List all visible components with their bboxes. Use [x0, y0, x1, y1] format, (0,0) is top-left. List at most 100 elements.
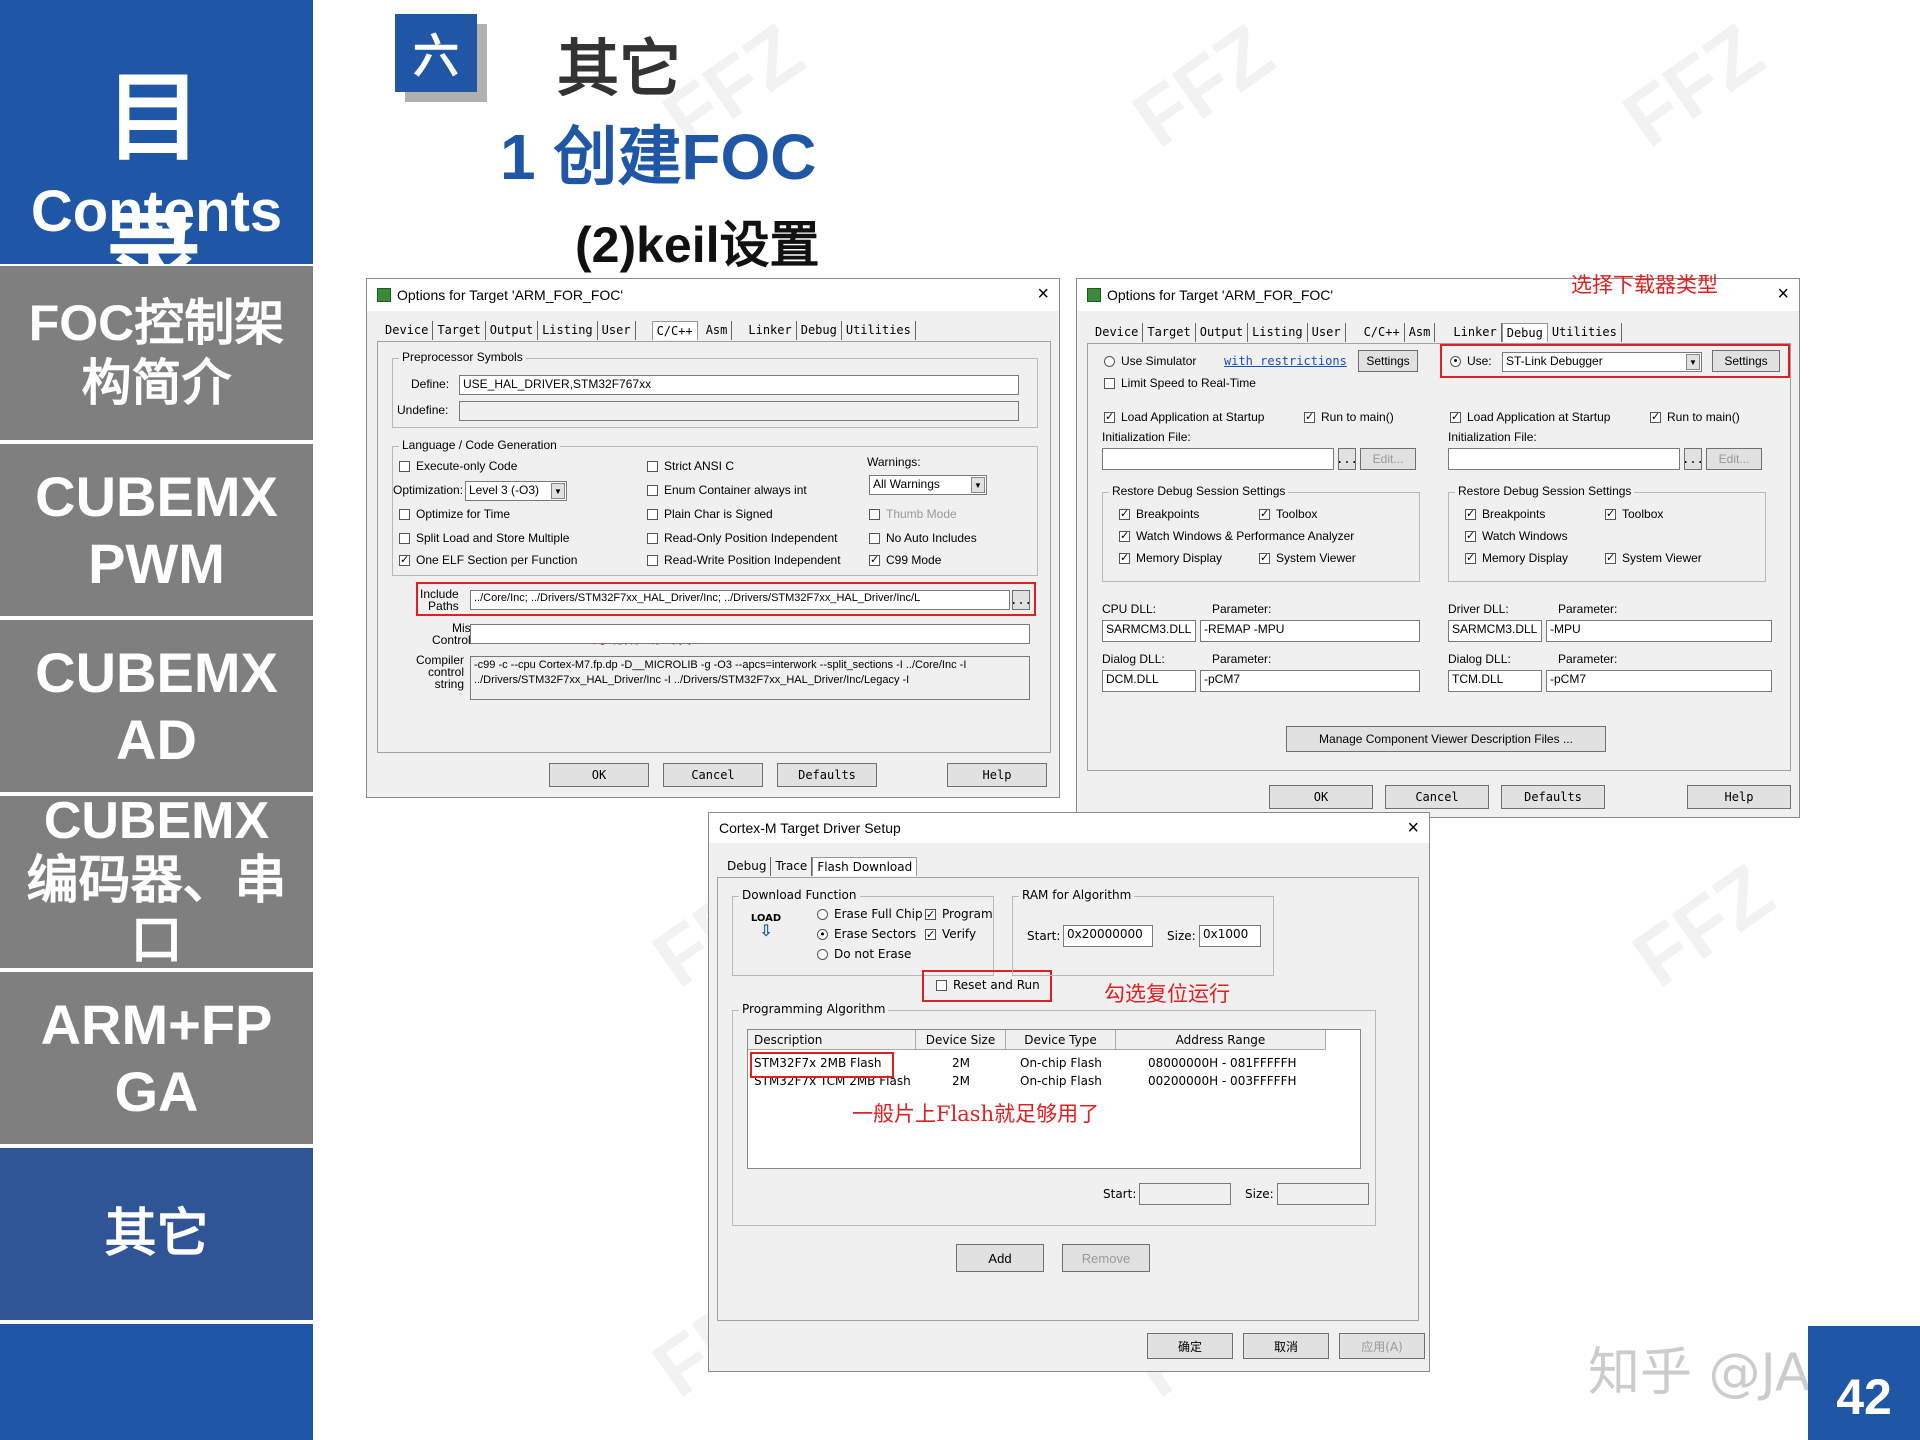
limit-speed-checkbox[interactable]: Limit Speed to Real-Time — [1104, 376, 1256, 390]
sidebar-item-cubemx-pwm[interactable]: CUBEMX PWM — [0, 444, 313, 616]
ok-button[interactable]: OK — [549, 763, 649, 787]
algo-size-input[interactable] — [1277, 1183, 1369, 1205]
do-not-erase-radio[interactable]: Do not Erase — [817, 947, 911, 961]
ram-size-input[interactable]: 0x1000 — [1199, 925, 1261, 947]
init-browse-button[interactable]: ... — [1682, 448, 1704, 470]
optimization-select[interactable]: Level 3 (-O3) ▼ — [465, 481, 567, 501]
load-app-checkbox-left[interactable]: ✓ Load Application at Startup — [1104, 410, 1264, 424]
memory-display-checkbox-left[interactable]: ✓ Memory Display — [1119, 551, 1222, 565]
ok-button[interactable]: 确定 — [1147, 1333, 1233, 1359]
manage-component-viewer-button[interactable]: Manage Component Viewer Description File… — [1286, 726, 1606, 752]
define-input[interactable]: USE_HAL_DRIVER,STM32F767xx — [459, 375, 1019, 395]
sidebar-item-cubemx-ad[interactable]: CUBEMX AD — [0, 620, 313, 792]
driver-dll-input[interactable]: SARMCM3.DLL — [1448, 620, 1542, 642]
ro-position-checkbox[interactable]: Read-Only Position Independent — [647, 531, 837, 545]
execute-only-checkbox[interactable]: Execute-only Code — [399, 459, 517, 473]
init-edit-button[interactable]: Edit... — [1360, 448, 1416, 470]
driver-param-input[interactable]: -MPU — [1546, 620, 1772, 642]
tab-device[interactable]: Device — [1091, 323, 1144, 342]
enum-container-checkbox[interactable]: Enum Container always int — [647, 483, 807, 497]
system-viewer-checkbox-right[interactable]: ✓ System Viewer — [1605, 551, 1702, 565]
breakpoints-checkbox-right[interactable]: ✓ Breakpoints — [1465, 507, 1545, 521]
tab-debug[interactable]: Debug — [797, 321, 842, 340]
col-description[interactable]: Description — [748, 1030, 916, 1050]
close-icon[interactable]: × — [1777, 283, 1789, 306]
restrictions-link[interactable]: with restrictions — [1224, 354, 1347, 368]
dialog-dll-input-left[interactable]: DCM.DLL — [1102, 670, 1196, 692]
run-to-main-checkbox-left[interactable]: ✓ Run to main() — [1304, 410, 1394, 424]
dialog-param-input-left[interactable]: -pCM7 — [1200, 670, 1420, 692]
sidebar-item-arm-fpga[interactable]: ARM+FP GA — [0, 972, 313, 1144]
tab-target[interactable]: Target — [1143, 323, 1196, 342]
toolbox-checkbox-right[interactable]: ✓ Toolbox — [1605, 507, 1663, 521]
tab-linker[interactable]: Linker — [744, 321, 797, 340]
help-button[interactable]: Help — [1687, 785, 1791, 809]
erase-full-chip-radio[interactable]: Erase Full Chip — [817, 907, 923, 921]
verify-checkbox[interactable]: ✓ Verify — [925, 927, 976, 941]
undefine-input[interactable] — [459, 401, 1019, 421]
cpu-param-input[interactable]: -REMAP -MPU — [1200, 620, 1420, 642]
tab-cpp[interactable]: C/C++ — [651, 321, 698, 340]
cancel-button[interactable]: Cancel — [1385, 785, 1489, 809]
use-simulator-radio[interactable]: Use Simulator — [1104, 354, 1196, 368]
close-icon[interactable]: × — [1407, 817, 1419, 840]
defaults-button[interactable]: Defaults — [1501, 785, 1605, 809]
strict-ansi-checkbox[interactable]: Strict ANSI C — [647, 459, 734, 473]
tab-asm[interactable]: Asm — [1405, 323, 1436, 342]
tab-user[interactable]: User — [1308, 323, 1346, 342]
close-icon[interactable]: × — [1037, 283, 1049, 306]
init-file-input-right[interactable] — [1448, 448, 1680, 470]
ok-button[interactable]: OK — [1269, 785, 1373, 809]
warnings-select[interactable]: All Warnings ▼ — [869, 475, 987, 495]
ram-start-input[interactable]: 0x20000000 — [1063, 925, 1153, 947]
cpu-dll-input[interactable]: SARMCM3.DLL — [1102, 620, 1196, 642]
col-device-size[interactable]: Device Size — [916, 1030, 1006, 1050]
tab-listing[interactable]: Listing — [1248, 323, 1308, 342]
erase-sectors-radio[interactable]: • Erase Sectors — [817, 927, 916, 941]
breakpoints-checkbox-left[interactable]: ✓ Breakpoints — [1119, 507, 1199, 521]
tab-output[interactable]: Output — [486, 321, 539, 340]
watch-windows-perf-checkbox[interactable]: ✓ Watch Windows & Performance Analyzer — [1119, 529, 1354, 543]
load-app-checkbox-right[interactable]: ✓ Load Application at Startup — [1450, 410, 1610, 424]
help-button[interactable]: Help — [947, 763, 1047, 787]
col-address-range[interactable]: Address Range — [1116, 1030, 1326, 1050]
c99-mode-checkbox[interactable]: ✓ C99 Mode — [869, 553, 941, 567]
thumb-mode-checkbox[interactable]: Thumb Mode — [869, 507, 957, 521]
one-elf-checkbox[interactable]: ✓ One ELF Section per Function — [399, 553, 577, 567]
tab-debug[interactable]: Debug — [1501, 323, 1548, 342]
add-button[interactable]: Add — [956, 1244, 1044, 1272]
tab-utilities[interactable]: Utilities — [842, 321, 916, 340]
remove-button[interactable]: Remove — [1062, 1244, 1150, 1272]
cancel-button[interactable]: Cancel — [663, 763, 763, 787]
toolbox-checkbox-left[interactable]: ✓ Toolbox — [1259, 507, 1317, 521]
tab-device[interactable]: Device — [381, 321, 434, 340]
defaults-button[interactable]: Defaults — [777, 763, 877, 787]
sidebar-item-cubemx-encoder[interactable]: CUBEMX 编码器、串口 — [0, 796, 313, 968]
watch-windows-checkbox[interactable]: ✓ Watch Windows — [1465, 529, 1568, 543]
tab-flash-download[interactable]: Flash Download — [812, 857, 918, 876]
init-browse-button[interactable]: ... — [1336, 448, 1358, 470]
rw-position-checkbox[interactable]: Read-Write Position Independent — [647, 553, 841, 567]
dialog-dll-input-right[interactable]: TCM.DLL — [1448, 670, 1542, 692]
tab-asm[interactable]: Asm — [702, 321, 733, 340]
split-load-checkbox[interactable]: Split Load and Store Multiple — [399, 531, 569, 545]
plain-char-checkbox[interactable]: Plain Char is Signed — [647, 507, 773, 521]
tab-listing[interactable]: Listing — [538, 321, 598, 340]
optimize-time-checkbox[interactable]: Optimize for Time — [399, 507, 510, 521]
cancel-button[interactable]: 取消 — [1243, 1333, 1329, 1359]
apply-button[interactable]: 应用(A) — [1339, 1333, 1425, 1359]
tab-linker[interactable]: Linker — [1449, 323, 1502, 342]
dialog-param-input-right[interactable]: -pCM7 — [1546, 670, 1772, 692]
tab-user[interactable]: User — [598, 321, 636, 340]
algo-start-input[interactable] — [1139, 1183, 1231, 1205]
tab-output[interactable]: Output — [1196, 323, 1249, 342]
program-checkbox[interactable]: ✓ Program — [925, 907, 993, 921]
run-to-main-checkbox-right[interactable]: ✓ Run to main() — [1650, 410, 1740, 424]
col-device-type[interactable]: Device Type — [1006, 1030, 1116, 1050]
no-auto-includes-checkbox[interactable]: No Auto Includes — [869, 531, 977, 545]
tab-debug[interactable]: Debug — [723, 857, 772, 876]
sidebar-item-other[interactable]: 其它 — [0, 1148, 313, 1320]
simulator-settings-button[interactable]: Settings — [1358, 350, 1418, 372]
tab-trace[interactable]: Trace — [771, 857, 813, 876]
init-file-input-left[interactable] — [1102, 448, 1334, 470]
